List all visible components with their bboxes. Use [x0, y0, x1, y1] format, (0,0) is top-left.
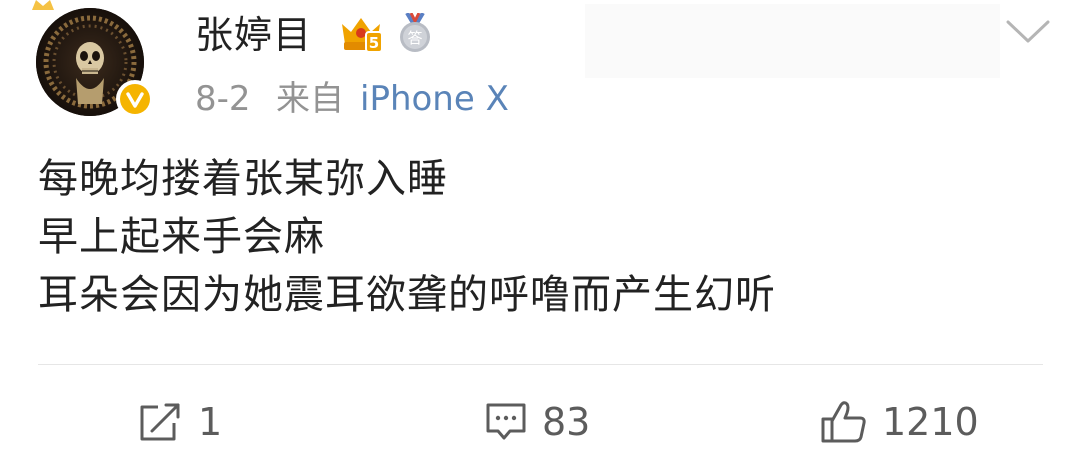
content-line: 每晚均搂着张某弥入睡 — [38, 156, 448, 202]
repost-button[interactable]: 1 — [138, 394, 222, 450]
medal-icon[interactable]: 答 — [397, 13, 433, 53]
medal-text: 答 — [407, 29, 422, 47]
content-line: 早上起来手会麻 — [38, 214, 325, 260]
avatar[interactable] — [36, 8, 154, 124]
post-content[interactable]: 每晚均搂着张某弥入睡 早上起来手会麻 耳朵会因为她震耳欲聋的呼噜而产生幻听 — [38, 150, 1038, 324]
like-count: 1210 — [882, 400, 979, 444]
verified-v-icon — [120, 84, 150, 114]
avatar-frame-crown-icon — [32, 0, 54, 10]
chevron-down-icon[interactable] — [1005, 18, 1051, 46]
comment-icon — [486, 403, 526, 440]
author-name[interactable]: 张婷目 — [195, 12, 312, 58]
vip-crown-icon[interactable]: 5 — [339, 14, 383, 54]
faded-banner — [585, 4, 1000, 78]
source-prefix: 来自 — [276, 79, 344, 119]
like-button[interactable]: 1210 — [820, 394, 979, 450]
repost-icon — [140, 403, 180, 441]
comment-count: 83 — [542, 400, 591, 444]
vip-level: 5 — [369, 34, 379, 52]
thumbs-up-icon — [821, 401, 866, 443]
post-time: 8-2 — [195, 79, 251, 119]
comment-button[interactable]: 83 — [484, 394, 590, 450]
content-line: 耳朵会因为她震耳欲聋的呼噜而产生幻听 — [38, 272, 776, 318]
divider — [38, 364, 1043, 365]
verified-badge — [116, 80, 154, 118]
source-link[interactable]: iPhone X — [360, 78, 509, 120]
repost-count: 1 — [198, 400, 223, 444]
